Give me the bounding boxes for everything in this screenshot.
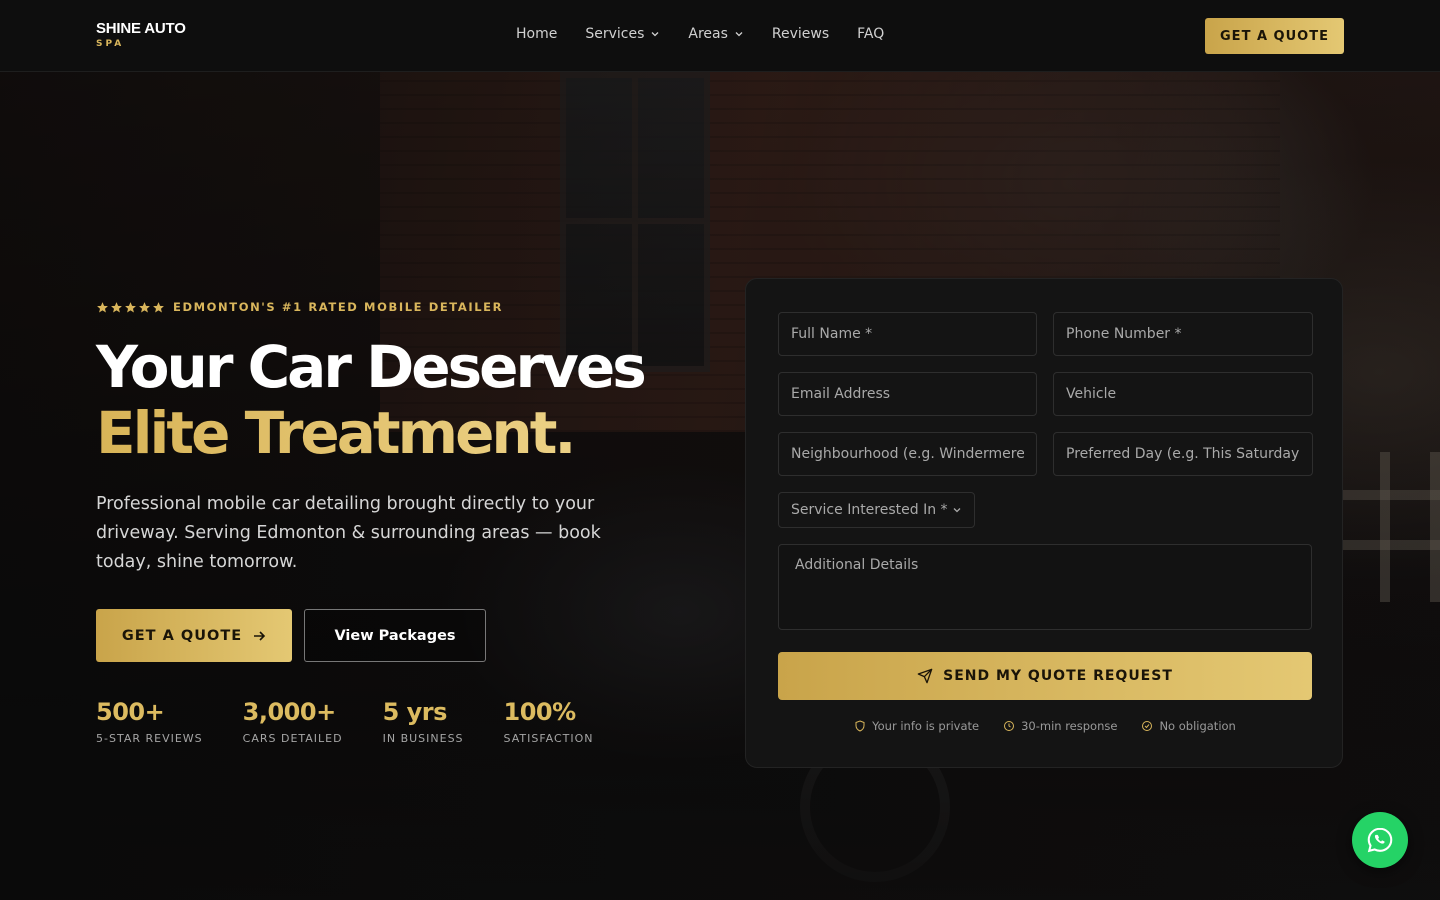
stat-item: 500+ 5-STAR REVIEWS: [96, 698, 203, 745]
stat-item: 100% SATISFACTION: [504, 698, 594, 745]
logo-tagline: SPA: [96, 39, 125, 49]
stats-row: 500+ 5-STAR REVIEWS 3,000+ CARS DETAILED…: [96, 698, 594, 745]
email-input[interactable]: [791, 386, 1024, 402]
header-get-quote-button[interactable]: GET A QUOTE: [1205, 18, 1344, 54]
nav-item-areas[interactable]: Areas: [688, 26, 744, 42]
chevron-down-icon: [735, 32, 743, 37]
nav-item-label: FAQ: [857, 26, 885, 42]
five-star-rating: [96, 301, 165, 314]
form-assurances: Your info is private 30-min response No …: [778, 719, 1312, 733]
whatsapp-icon: [1367, 827, 1393, 853]
star-icon: [153, 301, 164, 312]
chevron-down-icon: [953, 508, 961, 513]
service-select-label: Service Interested In *: [791, 502, 948, 518]
send-icon: [917, 668, 933, 684]
logo-name: SHINE AUTO: [96, 20, 186, 37]
full-name-input[interactable]: [791, 326, 1024, 342]
headline-line-1: Your Car Deserves: [96, 333, 647, 401]
vehicle-field[interactable]: [1053, 372, 1313, 416]
shield-icon: [855, 720, 865, 732]
phone-input[interactable]: [1066, 326, 1300, 342]
hero-description: Professional mobile car detailing brough…: [96, 494, 601, 572]
additional-details-field[interactable]: [778, 544, 1312, 630]
nav-item-label: Areas: [688, 26, 728, 42]
phone-field[interactable]: [1053, 312, 1313, 356]
main-nav: Home Services Areas Reviews FAQ: [516, 26, 884, 42]
preferred-day-field[interactable]: [1053, 432, 1313, 476]
stat-value: 3,000+: [242, 698, 337, 726]
nav-item-label: Home: [516, 26, 558, 42]
nav-item-reviews[interactable]: Reviews: [772, 26, 829, 42]
assurance-label: Your info is private: [872, 719, 980, 733]
email-field[interactable]: [778, 372, 1037, 416]
whatsapp-chat-button[interactable]: [1352, 812, 1408, 868]
star-icon: [125, 301, 136, 312]
assurance-label: No obligation: [1159, 719, 1236, 733]
nav-item-services[interactable]: Services: [585, 26, 660, 42]
stat-value: 100%: [503, 698, 577, 726]
star-icon: [111, 301, 122, 312]
check-circle-icon: [1142, 721, 1153, 731]
quote-form-card: Service Interested In * SEND MY QUOTE RE…: [745, 278, 1343, 768]
preferred-day-input[interactable]: [1066, 446, 1300, 462]
nav-item-label: Services: [585, 26, 645, 42]
hero-headline: Your Car Deserves Elite Treatment.: [96, 333, 647, 466]
eyebrow-text: EDMONTON'S #1 RATED MOBILE DETAILER: [173, 300, 504, 314]
full-name-field[interactable]: [778, 312, 1037, 356]
headline-line-2: Elite Treatment.: [96, 400, 644, 466]
neighbourhood-input[interactable]: [791, 446, 1024, 462]
rating-eyebrow: EDMONTON'S #1 RATED MOBILE DETAILER: [96, 300, 503, 314]
stat-label: IN BUSINESS: [382, 732, 464, 745]
stat-label: 5-STAR REVIEWS: [96, 732, 203, 745]
vehicle-input[interactable]: [1066, 386, 1300, 402]
chevron-down-icon: [651, 32, 659, 37]
stat-value: 500+: [96, 698, 165, 726]
send-quote-request-button[interactable]: SEND MY QUOTE REQUEST: [778, 652, 1312, 700]
assurance-item: 30-min response: [1003, 719, 1117, 733]
submit-label: SEND MY QUOTE REQUEST: [943, 668, 1173, 684]
stat-label: CARS DETAILED: [242, 732, 343, 745]
get-quote-button[interactable]: GET A QUOTE: [96, 609, 292, 662]
stat-item: 3,000+ CARS DETAILED: [243, 698, 343, 745]
assurance-item: Your info is private: [854, 719, 979, 733]
nav-item-faq[interactable]: FAQ: [857, 26, 884, 42]
neighbourhood-field[interactable]: [778, 432, 1037, 476]
star-icon: [139, 301, 150, 312]
stat-item: 5 yrs IN BUSINESS: [383, 698, 464, 745]
view-packages-button[interactable]: View Packages: [304, 609, 486, 662]
star-icon: [97, 301, 108, 312]
additional-details-input[interactable]: [795, 557, 1295, 617]
logo[interactable]: SHINE AUTO SPA: [96, 20, 186, 49]
nav-item-label: Reviews: [771, 26, 830, 42]
get-quote-label: GET A QUOTE: [121, 627, 243, 644]
nav-item-home[interactable]: Home: [516, 26, 557, 42]
stat-value: 5 yrs: [382, 698, 448, 726]
stat-label: SATISFACTION: [503, 732, 594, 745]
arrow-right-icon: [254, 630, 266, 641]
service-select[interactable]: Service Interested In *: [778, 492, 975, 528]
clock-icon: [1004, 721, 1015, 731]
assurance-item: No obligation: [1141, 719, 1236, 733]
site-header: SHINE AUTO SPA Home Services Areas Revie…: [0, 0, 1440, 72]
assurance-label: 30-min response: [1021, 719, 1118, 733]
